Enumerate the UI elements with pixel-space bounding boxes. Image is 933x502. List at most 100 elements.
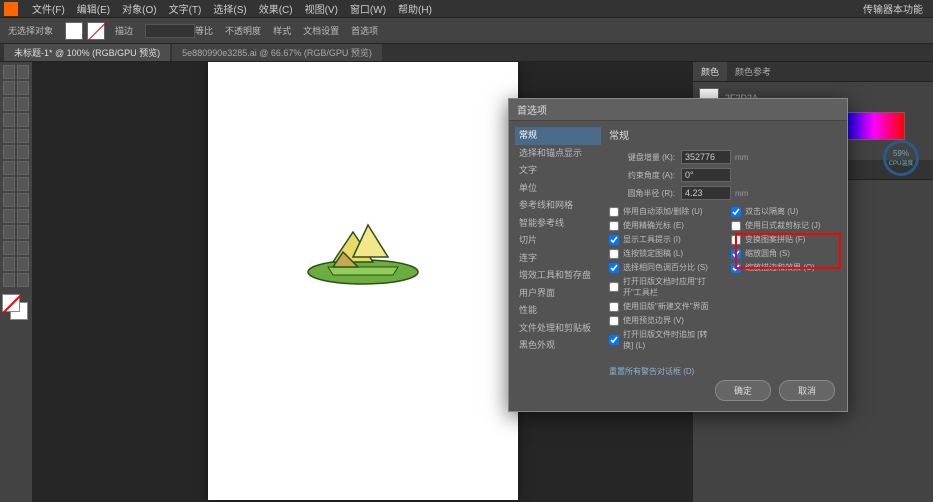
artboard-tool-icon[interactable] [3,257,15,271]
check-dblclick-isolate[interactable]: 双击以隔离 (U) [731,206,833,217]
dialog-title: 首选项 [509,99,847,121]
eyedropper-tool-icon[interactable] [3,225,15,239]
cat-selection[interactable]: 选择和锚点显示 [515,145,601,163]
direct-select-tool-icon[interactable] [17,65,29,79]
width-tool-icon[interactable] [3,177,15,191]
check-transform-pattern[interactable]: 变换图案拼贴 (F) [731,234,833,245]
gradient-tool-icon[interactable] [17,209,29,223]
cat-ui[interactable]: 用户界面 [515,285,601,303]
artboard[interactable] [208,62,518,500]
reset-warnings-link[interactable]: 重置所有警告对话框 (D) [609,366,833,377]
system-indicator: 59% CPU温度 [883,140,931,180]
check-japanese-crop[interactable]: 使用日式裁剪标记 (J) [731,220,833,231]
lasso-tool-icon[interactable] [17,81,29,95]
check-tooltips[interactable]: 显示工具提示 (I) [609,234,711,245]
cat-guides[interactable]: 参考线和网格 [515,197,601,215]
menu-edit[interactable]: 编辑(E) [71,1,116,16]
fill-swatch[interactable] [65,22,83,40]
hand-tool-icon[interactable] [3,273,15,287]
stroke-swatch[interactable] [87,22,105,40]
menu-window[interactable]: 窗口(W) [344,1,392,16]
check-legacy-newfile[interactable]: 使用旧版"新建文件"界面 [609,301,711,312]
check-append-converted[interactable]: 打开旧版文件时追加 [转换] (L) [609,329,711,351]
menu-essentials[interactable]: 传输器本功能 [857,1,929,16]
menu-effect[interactable]: 效果(C) [253,1,299,16]
menu-help[interactable]: 帮助(H) [392,1,438,16]
constrain-input[interactable] [681,168,731,182]
wand-tool-icon[interactable] [3,81,15,95]
dialog-content: 常规 键盘增量 (K): mm 约束角度 (A): 圆角半径 (R): mm 停… [601,127,841,371]
check-scale-corners[interactable]: 缩放圆角 (S) [731,248,833,259]
check-precise-cursor[interactable]: 使用精确光标 (E) [609,220,711,231]
check-scale-strokes[interactable]: 缩放描边和效果 (O) [731,262,833,273]
cat-general[interactable]: 常规 [515,127,601,145]
cat-type[interactable]: 文字 [515,162,601,180]
key-increment-label: 键盘增量 (K): [609,152,681,163]
section-title: 常规 [609,127,833,142]
cat-black[interactable]: 黑色外观 [515,337,601,355]
menu-type[interactable]: 文字(T) [163,1,208,16]
ok-button[interactable]: 确定 [715,380,771,401]
mesh-tool-icon[interactable] [3,209,15,223]
check-same-tint[interactable]: 选择相同色调百分比 (S) [609,262,711,273]
graph-tool-icon[interactable] [17,241,29,255]
slice-tool-icon[interactable] [17,257,29,271]
eraser-tool-icon[interactable] [17,145,29,159]
opt-prefs[interactable]: 首选项 [351,24,378,37]
pen-tool-icon[interactable] [3,97,15,111]
document-tabs: 未标题-1* @ 100% (RGB/GPU 预览) 5e880990e3285… [0,44,933,62]
menu-view[interactable]: 视图(V) [299,1,344,16]
check-legacy-toolbar[interactable]: 打开旧版文档时应用"打开"工具栏 [609,276,711,298]
check-disable-auto[interactable]: 停用自动添加/删除 (U) [609,206,711,217]
toolbox [0,62,32,502]
tab-untitled[interactable]: 未标题-1* @ 100% (RGB/GPU 预览) [4,44,170,61]
menu-bar: 文件(F) 编辑(E) 对象(O) 文字(T) 选择(S) 效果(C) 视图(V… [0,0,933,18]
brush-tool-icon[interactable] [17,129,29,143]
cat-units[interactable]: 单位 [515,180,601,198]
opt-style[interactable]: 样式 [273,24,291,37]
cat-smartguides[interactable]: 智能参考线 [515,215,601,233]
scale-tool-icon[interactable] [17,161,29,175]
cat-performance[interactable]: 性能 [515,302,601,320]
shape-builder-icon[interactable] [3,193,15,207]
key-increment-input[interactable] [681,150,731,164]
zongzi-illustration [298,217,428,287]
fg-color-swatch[interactable] [2,294,20,312]
line-tool-icon[interactable] [17,113,29,127]
blend-tool-icon[interactable] [17,225,29,239]
zoom-tool-icon[interactable] [17,273,29,287]
tab-file2[interactable]: 5e880990e3285.ai @ 66.67% (RGB/GPU 预览) [172,44,382,61]
type-tool-icon[interactable] [3,113,15,127]
preferences-dialog: 首选项 常规 选择和锚点显示 文字 单位 参考线和网格 智能参考线 切片 连字 … [508,98,848,412]
opt-opacity[interactable]: 不透明度 [225,24,261,37]
cancel-button[interactable]: 取消 [779,380,835,401]
perspective-icon[interactable] [17,193,29,207]
color-guide-tab[interactable]: 颜色参考 [727,62,779,81]
opt-docsetup[interactable]: 文档设置 [303,24,339,37]
check-preview-bounds[interactable]: 使用预览边界 (V) [609,315,711,326]
curvature-tool-icon[interactable] [17,97,29,111]
color-panel-tab[interactable]: 颜色 [693,62,727,81]
stroke-weight-input[interactable] [145,24,195,38]
opt-uniform[interactable]: 等比 [195,24,213,37]
key-increment-unit: mm [735,153,748,162]
free-transform-icon[interactable] [17,177,29,191]
color-picker[interactable] [2,294,28,320]
cat-filehandling[interactable]: 文件处理和剪贴板 [515,320,601,338]
menu-file[interactable]: 文件(F) [26,1,71,16]
symbol-sprayer-icon[interactable] [3,241,15,255]
cat-slices[interactable]: 切片 [515,232,601,250]
cpu-percent: 59% [893,149,909,158]
menu-select[interactable]: 选择(S) [207,1,252,16]
shaper-tool-icon[interactable] [3,145,15,159]
corner-input[interactable] [681,186,731,200]
corner-label: 圆角半径 (R): [609,188,681,199]
options-bar: 无选择对象 描边 等比 不透明度 样式 文档设置 首选项 [0,18,933,44]
rotate-tool-icon[interactable] [3,161,15,175]
check-lock-art[interactable]: 连按锁定图稿 (L) [609,248,711,259]
menu-object[interactable]: 对象(O) [116,1,162,16]
cat-hyphenation[interactable]: 连字 [515,250,601,268]
cat-plugins[interactable]: 增效工具和暂存盘 [515,267,601,285]
selection-tool-icon[interactable] [3,65,15,79]
rect-tool-icon[interactable] [3,129,15,143]
